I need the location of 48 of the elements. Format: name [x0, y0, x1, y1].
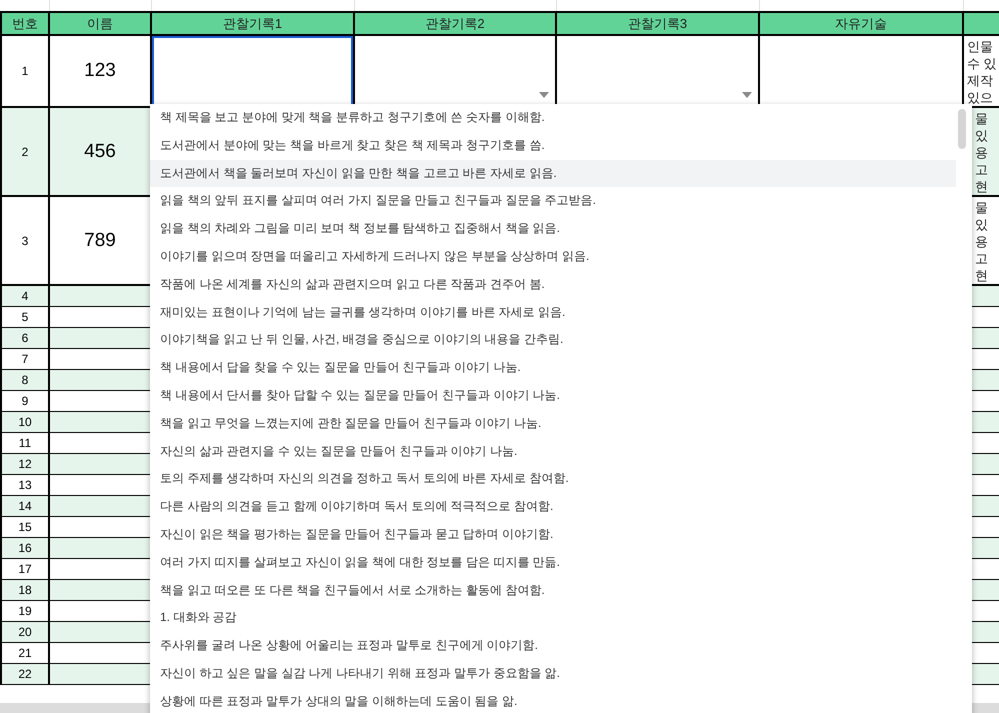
dropdown-option[interactable]: 재미있는 표현이나 기억에 남는 글귀를 생각하며 이야기를 바른 자세로 읽음.	[150, 298, 956, 326]
row-number-cell: 16	[1, 538, 49, 558]
dropdown-option[interactable]: 책 제목을 보고 분야에 맞게 책을 분류하고 청구기호에 쓴 숫자를 이해함.	[150, 104, 956, 132]
dropdown-option[interactable]: 주사위를 굴려 나온 상황에 어울리는 표정과 말투로 친구에게 이야기함.	[150, 632, 956, 660]
cell-text: 물 있 용 고 현	[974, 199, 989, 283]
row-number-cell: 18	[1, 580, 49, 600]
cell-text: 인물 수 있 제작 있으	[966, 38, 998, 105]
column-header: 관찰기록3	[556, 12, 759, 35]
dropdown-option[interactable]: 읽을 책의 앞뒤 표지를 살피며 여러 가지 질문을 만들고 친구들과 질문을 주고받음.	[150, 187, 956, 216]
row-number-cell: 2	[1, 107, 49, 196]
dropdown-option[interactable]: 자신의 삶과 관련지을 수 있는 질문을 만들어 친구들과 이야기 나눔.	[150, 438, 956, 466]
column-header: 번호	[1, 12, 49, 35]
dropdown-option[interactable]: 상황에 따른 표정과 말투가 상대의 말을 이해하는데 도움이 됨을 앎.	[150, 688, 956, 713]
dropdown-option[interactable]: 도서관에서 책을 둘러보며 자신이 읽을 만한 책을 고르고 바른 자세로 읽음.	[150, 160, 956, 188]
dropdown-option[interactable]: 책 내용에서 답을 찾을 수 있는 질문을 만들어 친구들과 이야기 나눔.	[150, 354, 956, 382]
dropdown-option[interactable]: 이야기책을 읽고 난 뒤 인물, 사건, 배경을 중심으로 이야기의 내용을 간추림.	[150, 326, 956, 354]
column-header: 이름	[49, 12, 151, 35]
dropdown-option[interactable]: 자신이 하고 싶은 말을 실감 나게 나타내기 위해 표정과 말투가 중요함을 앎.	[150, 660, 956, 688]
dropdown-arrow-icon[interactable]	[742, 92, 752, 98]
dropdown-option[interactable]: 다른 사람의 의견을 듣고 함께 이야기하며 독서 토의에 적극적으로 참여함.	[150, 493, 956, 521]
column-header: 관찰기록2	[354, 12, 556, 35]
cell-text: 물 있 용 고 현	[974, 110, 989, 194]
column-header: 관찰기록1	[151, 12, 354, 35]
dropdown-arrow-icon[interactable]	[539, 92, 549, 98]
row-number-cell: 12	[1, 454, 49, 474]
dropdown-option[interactable]: 작품에 나온 세계를 자신의 삶과 관련지으며 읽고 다른 작품과 견주어 봄.	[150, 270, 956, 299]
column-header: 자유기술	[759, 12, 963, 35]
dropdown-option[interactable]: 1. 대화와 공감	[150, 604, 956, 632]
row-number-cell: 6	[1, 328, 49, 348]
row-number-cell: 8	[1, 370, 49, 390]
dropdown-option[interactable]: 이야기를 읽으며 장면을 떠올리고 자세하게 드러나지 않은 부분을 상상하며 읽음.	[150, 242, 956, 271]
dropdown-option[interactable]: 책 내용에서 단서를 찾아 답할 수 있는 질문을 만들어 친구들과 이야기 나눔.	[150, 382, 956, 410]
dropdown-option[interactable]: 책을 읽고 떠오른 또 다른 책을 친구들에서 서로 소개하는 활동에 참여함.	[150, 576, 956, 604]
dropdown-option[interactable]: 여러 가지 띠지를 살펴보고 자신이 읽을 책에 대한 정보를 담은 띠지를 만듦.	[150, 548, 956, 577]
row-number-cell: 20	[1, 622, 49, 642]
row-number-cell: 4	[1, 285, 49, 306]
dropdown-option[interactable]: 자신이 읽은 책을 평가하는 질문을 만들어 친구들과 묻고 답하며 이야기함.	[150, 520, 956, 549]
row-number-cell: 22	[1, 664, 49, 684]
dropdown-option[interactable]: 책을 읽고 무엇을 느꼈는지에 관한 질문을 만들어 친구들과 이야기 나눔.	[150, 410, 956, 438]
dropdown-option[interactable]: 토의 주제를 생각하며 자신의 의견을 정하고 독서 토의에 바른 자세로 참여함.	[150, 465, 956, 494]
scrollbar-thumb[interactable]	[958, 109, 966, 149]
row-number-cell: 14	[1, 496, 49, 516]
row-number-cell: 3	[1, 196, 49, 285]
dropdown-option[interactable]: 읽을 책의 차례와 그림을 미리 보며 책 정보를 탐색하고 집중해서 책을 읽음.	[150, 215, 956, 243]
column-header	[963, 12, 999, 35]
name-cell: 456	[49, 107, 151, 196]
dropdown-option[interactable]: 도서관에서 분야에 맞는 책을 바르게 찾고 찾은 책 제목과 청구기호를 씀.	[150, 132, 956, 160]
row-number-cell: 10	[1, 412, 49, 432]
